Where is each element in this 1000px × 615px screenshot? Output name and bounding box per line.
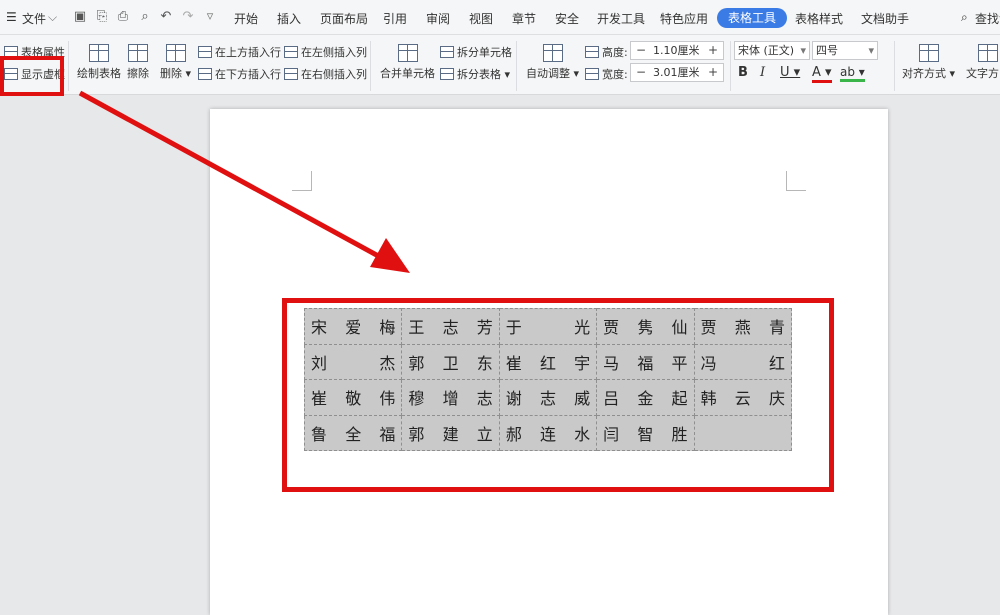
insert-col-left-button[interactable]: 在左侧插入列 [284, 44, 367, 60]
tab-page-layout[interactable]: 页面布局 [320, 10, 368, 27]
insert-above-icon [198, 46, 212, 58]
insert-right-icon [284, 68, 298, 80]
tab-home[interactable]: 开始 [234, 10, 258, 27]
file-menu[interactable]: 文件 [22, 10, 46, 27]
insert-below-icon [198, 68, 212, 80]
annotation-box-table [282, 298, 834, 492]
align-button[interactable]: 对齐方式 ▾ [902, 44, 955, 81]
undo-icon[interactable]: ↶ [158, 9, 174, 25]
plus-icon[interactable]: + [703, 64, 723, 81]
redo-icon[interactable]: ↷ [180, 9, 196, 25]
margin-mark [292, 171, 312, 191]
insert-col-right-button[interactable]: 在右侧插入列 [284, 66, 367, 82]
text-direction-button[interactable]: 文字方向 [966, 44, 1000, 81]
insert-left-icon [284, 46, 298, 58]
chevron-down-icon[interactable]: ⌵ [48, 10, 57, 25]
divider [516, 41, 517, 91]
split-table-icon [440, 68, 454, 80]
plus-icon[interactable]: + [703, 42, 723, 59]
autofit-icon [542, 44, 563, 62]
autofit-button[interactable]: 自动调整 ▾ [526, 44, 579, 81]
merge-cells-button[interactable]: 合并单元格 [380, 44, 435, 81]
eraser-icon [128, 44, 148, 62]
divider [730, 41, 731, 91]
tab-doc-assistant[interactable]: 文档助手 [861, 10, 909, 27]
ribbon-toolbar: 表格属性 显示虚框 绘制表格 擦除 删除 ▾ 在上方插入行 在下方插入行 在左侧… [0, 35, 1000, 95]
divider [370, 41, 371, 91]
width-label: 宽度: [585, 66, 628, 82]
align-icon [918, 44, 939, 62]
underline-button[interactable]: U ▾ [780, 65, 800, 80]
bold-button[interactable]: B [738, 65, 748, 80]
font-size-select[interactable]: 四号 ▾ [812, 41, 878, 60]
highlight-button[interactable]: ab ▾ [840, 65, 865, 82]
tab-view[interactable]: 视图 [469, 10, 493, 27]
draw-table-button[interactable]: 绘制表格 [77, 44, 121, 81]
tab-special[interactable]: 特色应用 [660, 10, 708, 27]
tab-security[interactable]: 安全 [555, 10, 579, 27]
height-stepper[interactable]: − 1.10厘米 + [630, 41, 724, 60]
col-width-icon [585, 68, 599, 80]
split-cells-button[interactable]: 拆分单元格 [440, 44, 512, 60]
width-stepper[interactable]: − 3.01厘米 + [630, 63, 724, 82]
tab-review[interactable]: 审阅 [426, 10, 450, 27]
print-preview-icon[interactable]: ⌕ [137, 9, 153, 25]
search-command[interactable]: 查找命 [975, 10, 1000, 27]
tab-developer[interactable]: 开发工具 [597, 10, 645, 27]
height-label: 高度: [585, 44, 628, 60]
insert-row-above-button[interactable]: 在上方插入行 [198, 44, 281, 60]
draw-table-icon [89, 44, 109, 62]
more-icon[interactable]: ▿ [202, 9, 218, 25]
minus-icon[interactable]: − [631, 42, 651, 59]
chevron-down-icon: ▾ [800, 44, 806, 57]
split-table-button[interactable]: 拆分表格 ▾ [440, 66, 510, 82]
format-painter-icon[interactable]: ⎘ [94, 9, 110, 25]
search-icon[interactable]: ⌕ [961, 10, 968, 25]
merge-cells-icon [397, 44, 418, 62]
height-value[interactable]: 1.10厘米 [653, 42, 700, 59]
tab-insert[interactable]: 插入 [277, 10, 301, 27]
print-icon[interactable]: ⎙ [115, 9, 131, 25]
menu-bar: ☰ 文件 ⌵ ▣ ⎘ ⎙ ⌕ ↶ ↷ ▿ 开始 插入 页面布局 引用 审阅 视图… [0, 0, 1000, 35]
annotation-box-gridlines [0, 56, 64, 96]
divider [68, 41, 69, 91]
delete-table-icon [165, 44, 186, 62]
margin-mark [786, 171, 806, 191]
save-icon[interactable]: ▣ [72, 9, 88, 25]
tab-chapter[interactable]: 章节 [512, 10, 536, 27]
row-height-icon [585, 46, 599, 58]
chevron-down-icon: ▾ [868, 44, 874, 57]
tab-references[interactable]: 引用 [383, 10, 407, 27]
font-color-button[interactable]: A ▾ [812, 65, 832, 83]
italic-button[interactable]: I [760, 65, 765, 80]
erase-button[interactable]: 擦除 [127, 44, 149, 81]
tab-table-style[interactable]: 表格样式 [795, 10, 843, 27]
hamburger-icon[interactable]: ☰ [6, 10, 17, 24]
tab-table-tools[interactable]: 表格工具 [717, 8, 787, 28]
delete-button[interactable]: 删除 ▾ [160, 44, 191, 81]
divider [894, 41, 895, 91]
split-cells-icon [440, 46, 454, 58]
minus-icon[interactable]: − [631, 64, 651, 81]
width-value[interactable]: 3.01厘米 [653, 64, 700, 81]
insert-row-below-button[interactable]: 在下方插入行 [198, 66, 281, 82]
font-name-select[interactable]: 宋体 (正文) ▾ [734, 41, 810, 60]
text-direction-icon [978, 44, 998, 62]
